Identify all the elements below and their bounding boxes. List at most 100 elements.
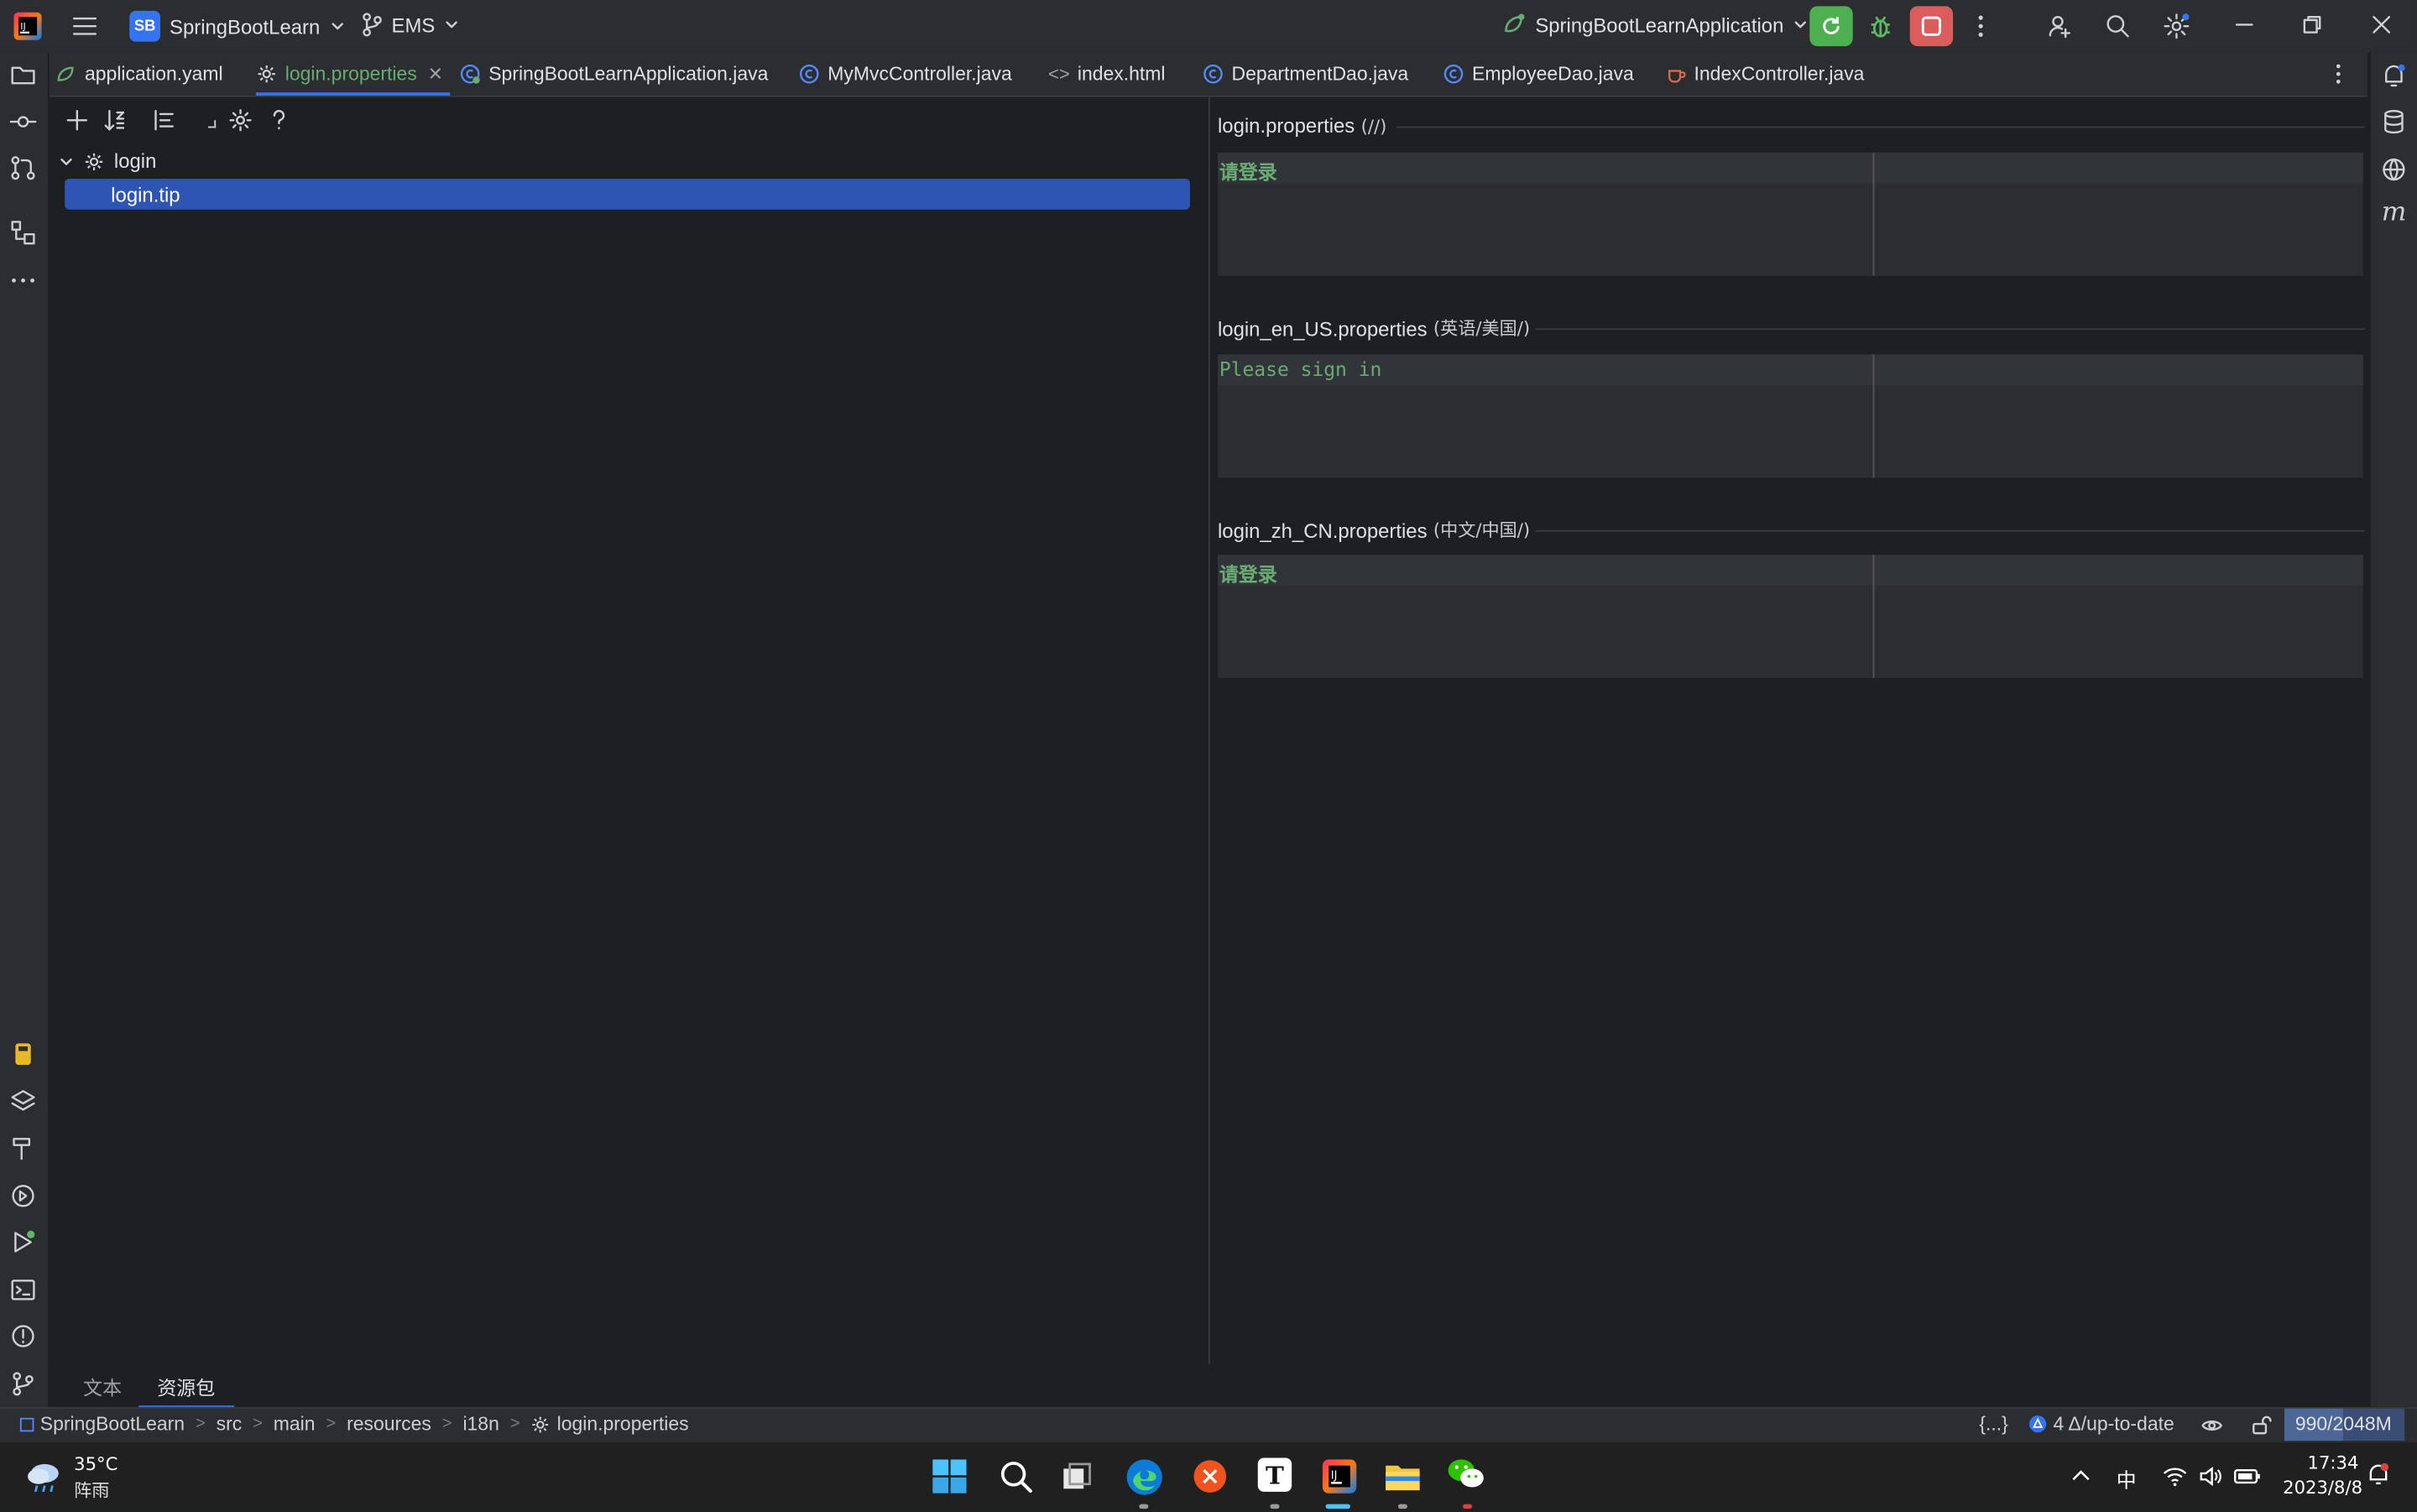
more-actions-icon[interactable] [1970, 13, 1992, 40]
minimize-window-icon[interactable] [2232, 13, 2257, 37]
tab-index-html[interactable]: <> index.html [1048, 52, 1166, 95]
structure-icon[interactable] [9, 219, 37, 247]
separator [1396, 126, 2365, 128]
wechat-app-icon[interactable] [1448, 1458, 1485, 1492]
memory-indicator[interactable]: 990/2048M [2284, 1408, 2405, 1443]
debug-button[interactable] [1866, 13, 1894, 40]
rain-cloud-icon [28, 1463, 59, 1493]
eye-icon[interactable] [2201, 1416, 2223, 1435]
unlock-icon[interactable] [2251, 1415, 2273, 1436]
task-view-icon[interactable] [1062, 1461, 1093, 1492]
settings-gear-icon[interactable] [2163, 13, 2190, 40]
search-icon[interactable] [2104, 13, 2132, 40]
tree-selection-highlight [65, 179, 1190, 210]
value-editor-zh-cn[interactable]: 请登录 [1217, 555, 2363, 679]
project-folder-icon[interactable] [9, 61, 37, 89]
value-text: 请登录 [1219, 562, 1277, 586]
endpoints-globe-icon[interactable] [2380, 156, 2408, 184]
tab-label: IndexController.java [1694, 63, 1865, 86]
commit-icon[interactable] [9, 108, 37, 136]
intellij-taskbar-icon[interactable]: IJ [1321, 1458, 1358, 1495]
tab-text[interactable]: 文本 [83, 1372, 122, 1401]
branch-icon [363, 13, 382, 37]
tab-resource-bundle[interactable]: 资源包 [138, 1372, 233, 1410]
services-layers-icon[interactable] [9, 1088, 37, 1116]
run-config-selector[interactable]: SpringBootLearnApplication [1501, 13, 1809, 37]
project-selector[interactable]: SB SpringBootLearn [129, 10, 344, 42]
value-editor-default[interactable]: 请登录 [1217, 152, 2363, 276]
notifications-bell-icon[interactable] [2380, 61, 2408, 89]
tray-overflow-chevron-up-icon[interactable] [2070, 1468, 2092, 1483]
close-tab-icon[interactable]: ✕ [428, 63, 443, 85]
weather-widget[interactable] [24, 1458, 65, 1495]
json-path-widget[interactable]: {...} [1979, 1413, 2007, 1435]
terminal-icon[interactable] [9, 1276, 37, 1304]
vcs-branch-selector[interactable]: EMS [361, 13, 460, 37]
breadcrumb-item[interactable]: src [217, 1413, 243, 1435]
services-icon[interactable] [9, 1182, 37, 1210]
pull-requests-icon[interactable] [9, 154, 37, 182]
breadcrumb-item[interactable]: i18n [462, 1413, 499, 1435]
file-explorer-icon[interactable] [1384, 1461, 1421, 1492]
problems-icon[interactable] [9, 1322, 37, 1350]
editor-tabs: application.yaml login.properties ✕ Spri… [49, 52, 2368, 97]
breadcrumb-item[interactable]: SpringBootLearn [40, 1413, 185, 1435]
bug-icon [1871, 16, 1890, 38]
sort-icon[interactable] [103, 108, 128, 133]
project-name: SpringBootLearn [170, 14, 321, 38]
rerun-button[interactable] [1809, 6, 1853, 47]
maven-icon[interactable]: m [2382, 197, 2407, 228]
intellij-logo-icon[interactable]: IJ [13, 11, 44, 42]
tab-login-properties[interactable]: login.properties ✕ [255, 52, 451, 96]
breadcrumb-item[interactable]: login.properties [557, 1413, 689, 1435]
settings-gear-icon[interactable] [228, 108, 253, 133]
clock-date[interactable]: 2023/8/8 [2283, 1477, 2362, 1499]
value-editor-en-us[interactable]: Please sign in [1217, 354, 2363, 478]
main-menu-icon[interactable] [70, 13, 98, 40]
code-with-me-icon[interactable] [2045, 13, 2073, 40]
tab-more-actions-icon[interactable] [2331, 61, 2346, 86]
tab-employeedao-java[interactable]: EmployeeDao.java [1443, 52, 1634, 95]
tab-label: application.yaml [85, 63, 223, 86]
notification-center-icon[interactable] [2366, 1461, 2390, 1489]
help-icon[interactable] [267, 108, 291, 133]
chevron-down-icon [446, 21, 458, 29]
dropdown-corner-icon[interactable] [207, 120, 217, 128]
run-icon[interactable] [9, 1228, 37, 1256]
add-property-icon[interactable] [65, 108, 89, 133]
breadcrumb-item[interactable]: resources [347, 1413, 431, 1435]
windows-start-icon[interactable] [932, 1459, 967, 1494]
database-icon[interactable] [2380, 108, 2408, 136]
clock-time[interactable]: 17:34 [2308, 1452, 2359, 1473]
close-window-icon[interactable] [2369, 13, 2394, 37]
wifi-icon[interactable] [2163, 1466, 2187, 1488]
taskbar-search-icon[interactable] [999, 1459, 1032, 1494]
breadcrumb-item[interactable]: main [274, 1413, 316, 1435]
section-file: login_en_US.properties [1217, 316, 1428, 340]
tab-indexcontroller-java[interactable]: IndexController.java [1665, 52, 1865, 95]
edge-browser-icon[interactable] [1125, 1458, 1164, 1497]
more-tools-icon[interactable] [9, 267, 37, 295]
volume-icon[interactable] [2198, 1466, 2222, 1488]
stop-button[interactable] [1909, 6, 1954, 47]
tree-node-login[interactable]: login [59, 145, 156, 178]
git-icon[interactable] [9, 1370, 37, 1398]
xmind-app-icon[interactable] [1193, 1459, 1227, 1493]
build-hammer-icon[interactable] [9, 1134, 37, 1162]
tree-item-login-tip[interactable]: login.tip [111, 179, 180, 211]
vcs-status-widget[interactable]: 4 Δ/up-to-date [2028, 1413, 2174, 1435]
running-indicator [1397, 1504, 1407, 1509]
tab-application-yaml[interactable]: application.yaml [55, 52, 223, 95]
tab-mymvccontroller-java[interactable]: MyMvcController.java [798, 52, 1012, 95]
restore-window-icon[interactable] [2300, 13, 2324, 37]
tab-departmentdao-java[interactable]: DepartmentDao.java [1203, 52, 1408, 95]
weather-temperature: 35°C [74, 1453, 118, 1475]
tab-springbootlearnapplication-java[interactable]: SpringBootLearnApplication.java [459, 52, 768, 95]
module-icon [19, 1416, 34, 1431]
typora-app-icon[interactable]: T [1257, 1457, 1292, 1492]
battery-icon[interactable] [2233, 1466, 2261, 1488]
chevron-down-icon[interactable] [59, 154, 74, 169]
ime-indicator[interactable]: 中 [2117, 1464, 2137, 1494]
notifications-bookmark-icon[interactable] [9, 1040, 37, 1068]
group-by-prefix-icon[interactable] [153, 108, 177, 133]
